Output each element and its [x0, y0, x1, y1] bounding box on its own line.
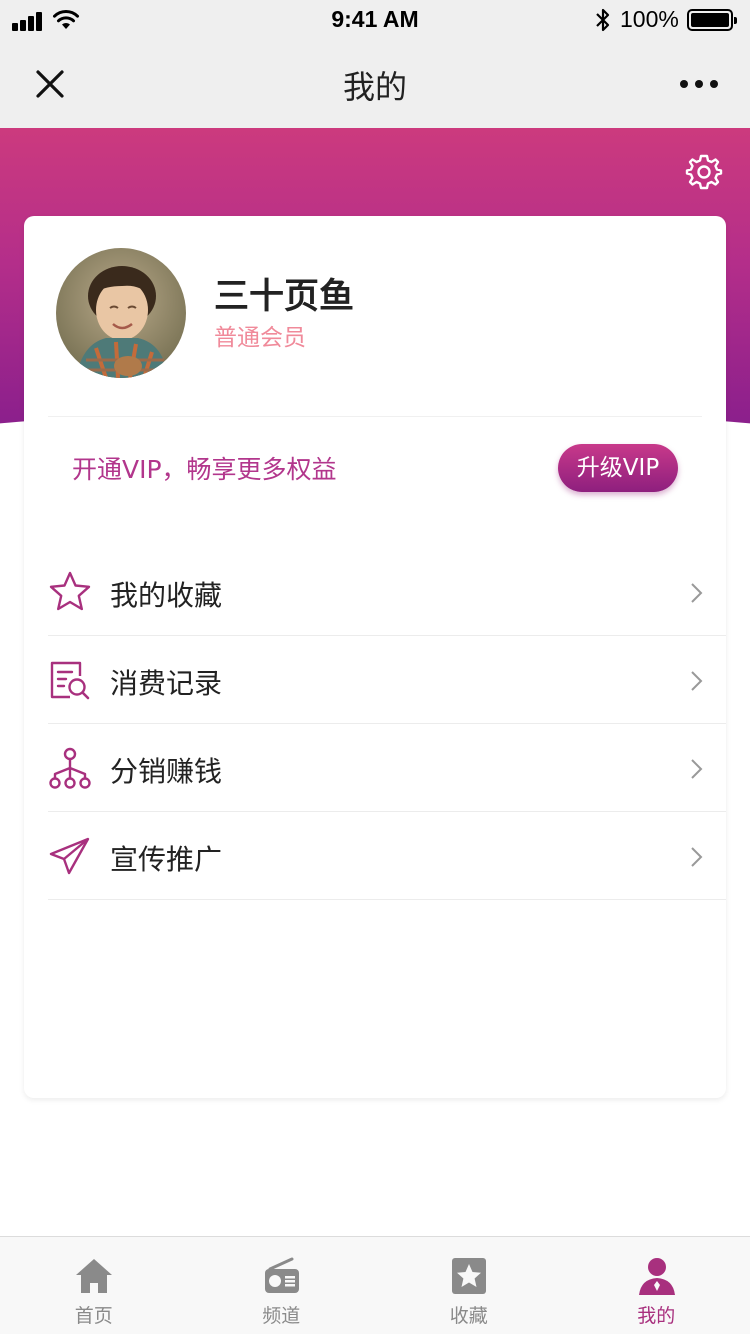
radio-icon: [264, 1257, 299, 1293]
tab-bar: 首页 频道 收藏 我的: [0, 1236, 750, 1334]
upgrade-vip-button[interactable]: 升级VIP: [558, 444, 678, 492]
member-level: 普通会员: [214, 325, 306, 351]
receipt-search-icon: [50, 661, 90, 700]
username: 三十页鱼: [214, 277, 355, 317]
home-icon: [76, 1259, 112, 1293]
gear-icon[interactable]: [684, 152, 724, 192]
profile-page: 9:41 AM 100% 我的 三十页鱼 普通会员 开通VIP，畅享更多权益 升…: [0, 0, 750, 1334]
chevron-right-icon: [691, 671, 703, 691]
menu-item-label: 消费记录: [110, 667, 223, 700]
chevron-right-icon: [691, 847, 703, 867]
profile-card: 三十页鱼 普通会员 开通VIP，畅享更多权益 升级VIP 我的收藏 消费记录 分…: [24, 216, 726, 1098]
nav-bar: 我的: [0, 40, 750, 128]
chevron-right-icon: [691, 583, 703, 603]
divider: [48, 416, 702, 417]
menu-item-promotion[interactable]: 宣传推广: [48, 812, 726, 900]
paper-plane-icon: [49, 837, 90, 875]
menu-item-label: 分销赚钱: [110, 755, 223, 788]
more-icon[interactable]: [676, 80, 722, 90]
status-bar: 9:41 AM 100%: [0, 0, 750, 40]
menu-item-purchase-history[interactable]: 消费记录: [48, 636, 726, 724]
tab-label: 频道: [262, 1305, 301, 1327]
tab-label: 首页: [74, 1305, 113, 1327]
menu-item-distribution[interactable]: 分销赚钱: [48, 724, 726, 812]
menu-item-favorites[interactable]: 我的收藏: [48, 548, 726, 636]
menu-item-label: 我的收藏: [110, 579, 223, 612]
network-icon: [49, 747, 91, 789]
page-title: 我的: [342, 68, 407, 106]
tab-channels[interactable]: 频道: [188, 1237, 376, 1334]
menu-item-label: 宣传推广: [110, 843, 223, 876]
battery-icon: [687, 9, 737, 31]
user-icon: [638, 1258, 675, 1295]
menu-list: 我的收藏 消费记录 分销赚钱 宣传推广: [48, 548, 726, 900]
tab-label: 我的: [637, 1305, 676, 1327]
tab-label: 收藏: [449, 1305, 488, 1327]
chevron-right-icon: [691, 759, 703, 779]
star-icon: [49, 571, 91, 611]
tab-mine[interactable]: 我的: [563, 1237, 750, 1334]
star-box-icon: [452, 1258, 486, 1294]
avatar[interactable]: [56, 248, 186, 378]
vip-promo-text: 开通VIP，畅享更多权益: [72, 455, 337, 484]
tab-home[interactable]: 首页: [0, 1237, 188, 1334]
battery-percent: 100%: [620, 6, 679, 32]
bluetooth-icon: [596, 8, 610, 32]
tab-favorites[interactable]: 收藏: [375, 1237, 563, 1334]
